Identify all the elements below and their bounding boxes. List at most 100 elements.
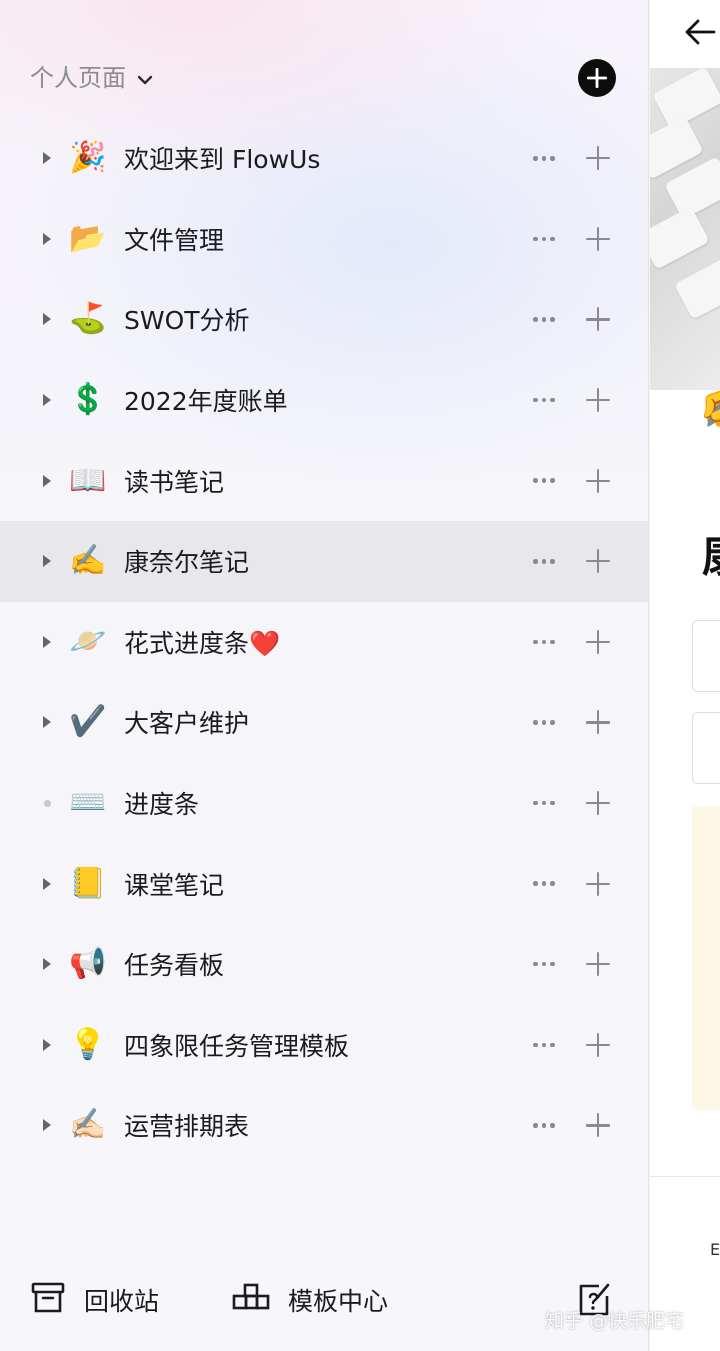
page-emoji-icon: 📂 xyxy=(69,220,107,256)
page-item[interactable]: 📒 课堂笔记 xyxy=(0,843,648,924)
plus-icon[interactable] xyxy=(584,950,612,978)
plus-icon[interactable] xyxy=(584,305,612,333)
expand-toggle[interactable] xyxy=(40,312,54,326)
page-cover-image xyxy=(650,66,720,390)
expand-toggle[interactable] xyxy=(40,151,54,165)
more-horizontal-icon[interactable] xyxy=(528,791,560,815)
expand-toggle[interactable] xyxy=(40,474,54,488)
triangle-right-icon xyxy=(43,1119,51,1132)
expand-toggle[interactable] xyxy=(40,877,54,891)
triangle-right-icon xyxy=(43,313,51,326)
expand-toggle[interactable] xyxy=(40,957,54,971)
more-horizontal-icon[interactable] xyxy=(528,307,560,331)
page-title: SWOT分析 xyxy=(124,306,250,336)
page-title: 课堂笔记 xyxy=(124,870,225,900)
page-title: 2022年度账单 xyxy=(124,387,288,417)
plus-icon[interactable] xyxy=(584,1111,612,1139)
page-emoji-icon: ⛳ xyxy=(69,301,107,337)
triangle-right-icon xyxy=(43,877,51,890)
page-title: 康奈尔笔记 xyxy=(124,548,250,578)
callout-block xyxy=(692,806,720,1110)
page-title: 欢迎来到 FlowUs xyxy=(124,145,321,175)
expand-toggle[interactable] xyxy=(40,554,54,568)
page-emoji-icon: 📒 xyxy=(69,865,107,901)
leaf-indicator xyxy=(40,796,54,810)
page-item[interactable]: ✍🏻 运营排期表 xyxy=(0,1085,648,1166)
page-title-peek: 康 xyxy=(702,520,720,584)
more-horizontal-icon[interactable] xyxy=(528,227,560,251)
more-horizontal-icon[interactable] xyxy=(528,146,560,170)
more-horizontal-icon[interactable] xyxy=(528,469,560,493)
page-item[interactable]: 📢 任务看板 xyxy=(0,924,648,1005)
page-item[interactable]: ✍️ 康奈尔笔记 xyxy=(0,520,648,602)
trash-button[interactable]: 回收站 xyxy=(30,1270,159,1330)
page-item[interactable]: ⌨️ 进度条 xyxy=(0,763,648,844)
plus-icon[interactable] xyxy=(584,225,612,253)
expand-toggle[interactable] xyxy=(40,715,54,729)
block-card[interactable] xyxy=(692,712,720,784)
page-title: 花式进度条❤️ xyxy=(124,628,281,658)
triangle-right-icon xyxy=(43,152,51,165)
back-button[interactable] xyxy=(684,16,716,48)
expand-toggle[interactable] xyxy=(40,1038,54,1052)
add-page-button[interactable] xyxy=(578,59,616,97)
more-horizontal-icon[interactable] xyxy=(528,1113,560,1137)
triangle-right-icon xyxy=(43,232,51,245)
section-title: 个人页面 xyxy=(30,64,126,92)
page-title: 进度条 xyxy=(124,790,200,820)
dot-icon xyxy=(43,799,51,807)
page-preview-pane[interactable]: ✍️ 康 E xyxy=(650,0,720,1351)
expand-toggle[interactable] xyxy=(40,1118,54,1132)
chevron-down-icon xyxy=(136,67,154,85)
page-item[interactable]: 📂 文件管理 xyxy=(0,199,648,280)
plus-icon[interactable] xyxy=(584,144,612,172)
page-list: 🎉 欢迎来到 FlowUs 📂 文件管理 ⛳ SWOT分析 💲 2022年度账单 📖 读书笔记 ✍️… xyxy=(0,118,648,1166)
triangle-right-icon xyxy=(43,958,51,971)
page-emoji-icon: 📢 xyxy=(69,946,107,982)
more-horizontal-icon[interactable] xyxy=(528,1033,560,1057)
plus-icon[interactable] xyxy=(584,467,612,495)
sidebar: 个人页面 🎉 欢迎来到 FlowUs 📂 文件管理 ⛳ SWOT分析 💲 2022年度账单 📖 读… xyxy=(0,0,649,1351)
more-horizontal-icon[interactable] xyxy=(528,549,560,573)
trash-label: 回收站 xyxy=(84,1287,160,1316)
triangle-right-icon xyxy=(43,635,51,648)
page-emoji-icon: 🎉 xyxy=(69,140,107,176)
templates-label: 模板中心 xyxy=(288,1287,389,1316)
plus-icon[interactable] xyxy=(584,386,612,414)
page-item[interactable]: ✔️ 大客户维护 xyxy=(0,682,648,763)
more-horizontal-icon[interactable] xyxy=(528,630,560,654)
plus-icon[interactable] xyxy=(584,789,612,817)
watermark: 知乎 @快乐肥宅 xyxy=(545,1310,685,1332)
template-center-button[interactable]: 模板中心 xyxy=(232,1270,388,1330)
more-horizontal-icon[interactable] xyxy=(528,952,560,976)
plus-icon[interactable] xyxy=(584,547,612,575)
page-item[interactable]: 📖 读书笔记 xyxy=(0,440,648,521)
page-title: 四象限任务管理模板 xyxy=(124,1031,350,1061)
triangle-right-icon xyxy=(43,394,51,407)
expand-toggle[interactable] xyxy=(40,232,54,246)
arrow-left-icon xyxy=(685,19,716,45)
expand-toggle[interactable] xyxy=(40,635,54,649)
section-header[interactable]: 个人页面 xyxy=(30,58,154,93)
page-item[interactable]: ⛳ SWOT分析 xyxy=(0,279,648,360)
expand-toggle[interactable] xyxy=(40,393,54,407)
plus-icon[interactable] xyxy=(584,1031,612,1059)
triangle-right-icon xyxy=(43,555,51,568)
page-item[interactable]: 🎉 欢迎来到 FlowUs xyxy=(0,118,648,199)
triangle-right-icon xyxy=(43,1038,51,1051)
plus-icon[interactable] xyxy=(584,870,612,898)
more-horizontal-icon[interactable] xyxy=(528,388,560,412)
page-title: 大客户维护 xyxy=(124,709,250,739)
more-horizontal-icon[interactable] xyxy=(528,872,560,896)
page-emoji-icon: ✍🏻 xyxy=(69,1107,107,1143)
page-item[interactable]: 🪐 花式进度条❤️ xyxy=(0,602,648,683)
block-card[interactable] xyxy=(692,620,720,692)
more-horizontal-icon[interactable] xyxy=(528,710,560,734)
plus-icon[interactable] xyxy=(584,628,612,656)
page-title: 文件管理 xyxy=(124,225,225,255)
page-item[interactable]: 💲 2022年度账单 xyxy=(0,360,648,441)
page-emoji-icon: 📖 xyxy=(69,462,107,498)
plus-icon[interactable] xyxy=(584,708,612,736)
page-title: 运营排期表 xyxy=(124,1112,250,1142)
page-item[interactable]: 💡 四象限任务管理模板 xyxy=(0,1005,648,1086)
